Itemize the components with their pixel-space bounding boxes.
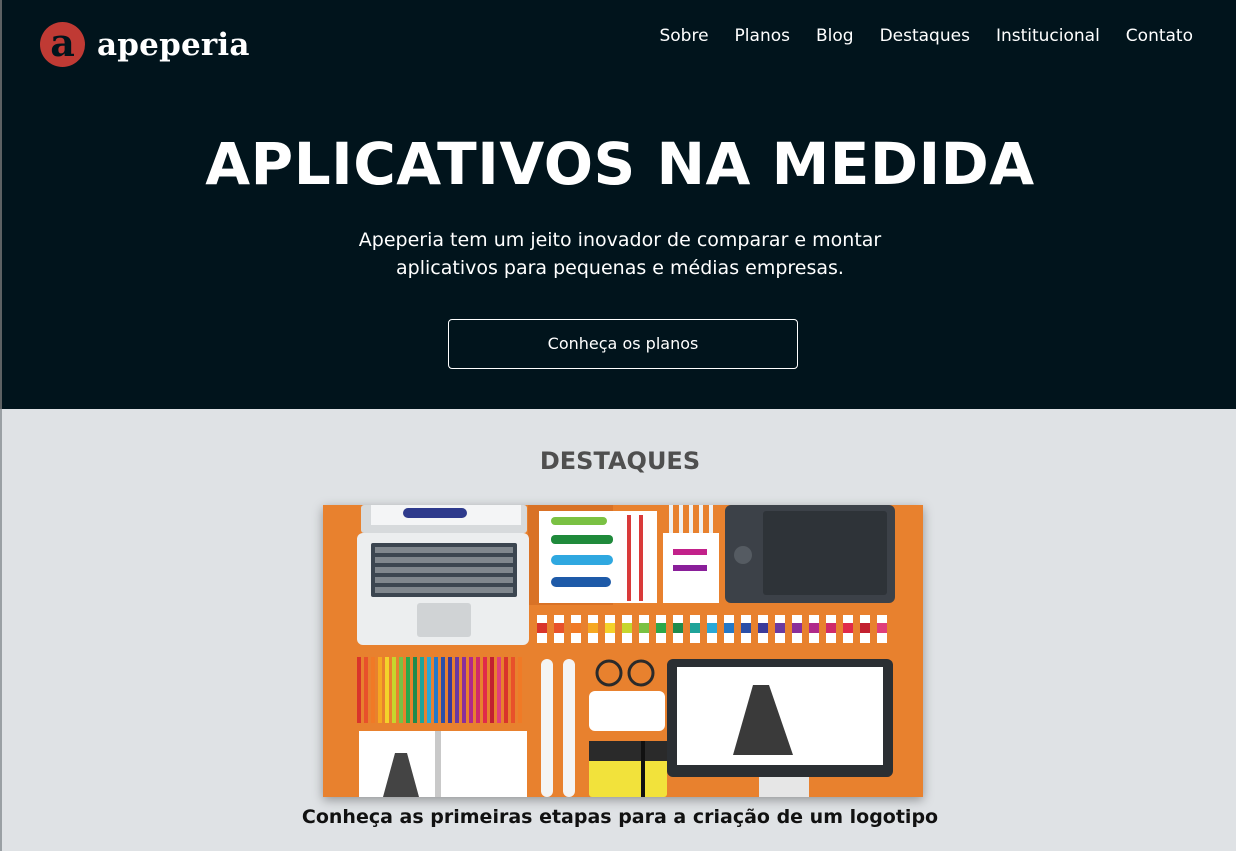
pencil-icon — [518, 657, 522, 723]
brand-logo[interactable]: a apeperia — [40, 22, 250, 67]
pencil-icon — [357, 657, 361, 723]
paint-tube-icon — [843, 615, 853, 643]
pencil-icon — [427, 657, 431, 723]
nav-item-planos[interactable]: Planos — [735, 26, 790, 46]
nav-item-contato[interactable]: Contato — [1126, 26, 1193, 46]
plans-cta-button[interactable]: Conheça os planos — [448, 319, 798, 369]
pencil-icon — [406, 657, 410, 723]
feature-image[interactable] — [323, 505, 923, 797]
pencil-icon — [371, 657, 375, 723]
pencil-icon — [483, 657, 487, 723]
nav-item-institucional[interactable]: Institucional — [996, 26, 1100, 46]
paint-tube-icon — [724, 615, 734, 643]
pencil-icon — [511, 657, 515, 723]
pencil-icon — [378, 657, 382, 723]
highlights-section: DESTAQUES Conheça as primeiras etapas pa… — [0, 409, 1236, 851]
paint-tube-icon — [690, 615, 700, 643]
hero-subtitle: Apeperia tem um jeito inovador de compar… — [358, 229, 882, 279]
paint-tube-icon — [826, 615, 836, 643]
paint-tube-icon — [673, 615, 683, 643]
pencil-icon — [455, 657, 459, 723]
pencil-icon — [469, 657, 473, 723]
pencil-icon — [392, 657, 396, 723]
pencil-icon — [385, 657, 389, 723]
page: a apeperia Sobre Planos Blog Destaques I… — [0, 0, 1236, 851]
pencil-icon — [413, 657, 417, 723]
pencil-icon — [497, 657, 501, 723]
paint-tube-icon — [877, 615, 887, 643]
hero-section: a apeperia Sobre Planos Blog Destaques I… — [0, 0, 1236, 409]
designer-desk-illustration-icon — [323, 505, 923, 797]
section-title: DESTAQUES — [539, 447, 701, 475]
nav-item-blog[interactable]: Blog — [816, 26, 854, 46]
paint-tube-icon — [656, 615, 666, 643]
brand-name: apeperia — [97, 26, 250, 63]
pencil-icon — [476, 657, 480, 723]
pencil-icon — [420, 657, 424, 723]
pencil-icon — [364, 657, 368, 723]
paint-tube-icon — [775, 615, 785, 643]
paint-tube-icon — [758, 615, 768, 643]
paint-tube-icon — [537, 615, 547, 643]
feature-caption-link[interactable]: Conheça as primeiras etapas para a criaç… — [2, 806, 1236, 828]
main-nav: Sobre Planos Blog Destaques Instituciona… — [659, 26, 1193, 46]
paint-tube-icon — [622, 615, 632, 643]
paint-tube-icon — [588, 615, 598, 643]
paint-tube-icon — [571, 615, 581, 643]
paint-tube-icon — [809, 615, 819, 643]
pencil-icon — [504, 657, 508, 723]
pencil-icon — [441, 657, 445, 723]
nav-item-sobre[interactable]: Sobre — [659, 26, 708, 46]
paint-tube-icon — [792, 615, 802, 643]
paint-tube-icon — [639, 615, 649, 643]
laptop-icon — [357, 505, 529, 645]
pencil-icon — [462, 657, 466, 723]
pencil-icon — [399, 657, 403, 723]
hero-title: APLICATIVOS NA MEDIDA — [205, 130, 1035, 198]
nav-item-destaques[interactable]: Destaques — [880, 26, 970, 46]
pencil-icon — [434, 657, 438, 723]
paint-tube-icon — [554, 615, 564, 643]
paint-tube-icon — [741, 615, 751, 643]
paint-tube-icon — [860, 615, 870, 643]
pencil-icon — [490, 657, 494, 723]
paint-tube-icon — [605, 615, 615, 643]
paint-tube-icon — [707, 615, 717, 643]
pencil-icon — [448, 657, 452, 723]
logo-mark-icon: a — [40, 22, 85, 67]
